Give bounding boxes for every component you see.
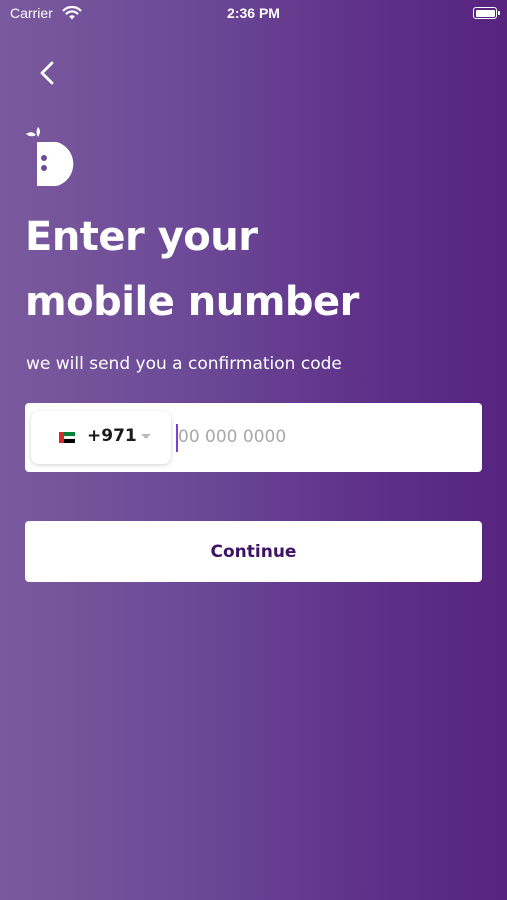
phone-field: +971 [25,403,482,472]
chevron-left-icon [40,61,54,85]
continue-button[interactable]: Continue [25,521,482,582]
phone-number-input[interactable] [178,417,468,457]
page-title: Enter your mobile number [25,205,359,335]
clock: 2:36 PM [227,5,280,21]
country-code-picker[interactable]: +971 [31,411,171,464]
title-line-2: mobile number [25,279,359,325]
d-logo-icon [26,127,74,186]
uae-flag-icon [59,432,75,444]
chevron-down-icon [141,434,151,439]
subtitle: we will send you a confirmation code [26,354,342,374]
status-bar: Carrier 2:36 PM [0,0,507,28]
back-button[interactable] [30,55,66,91]
battery-icon [473,7,500,19]
dial-code: +971 [87,426,137,446]
title-line-1: Enter your [25,214,258,260]
